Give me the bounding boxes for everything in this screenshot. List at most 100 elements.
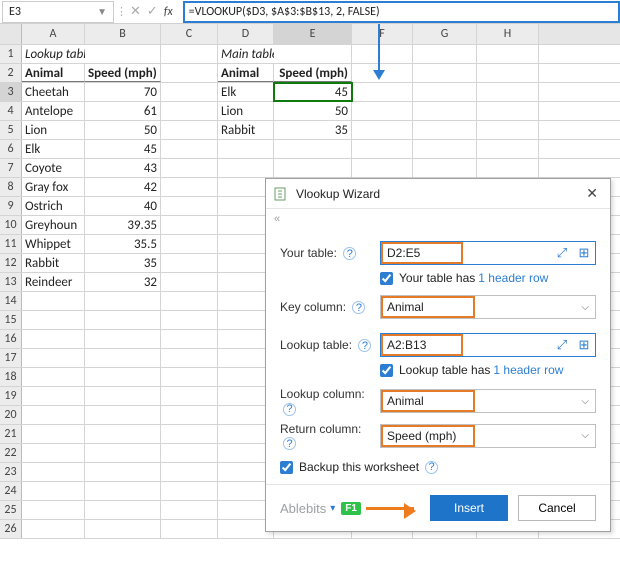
row-head[interactable]: 13 [0,273,22,291]
row-head[interactable]: 10 [0,216,22,234]
cell[interactable] [22,425,85,443]
cell[interactable] [477,159,539,177]
col-head-h[interactable]: H [477,24,539,44]
lookup-table-input[interactable]: A2:B13 ⤢ ⊞ [380,333,596,357]
cell[interactable]: 39.35 [85,216,161,234]
cell[interactable] [161,292,218,310]
cell[interactable] [477,45,539,63]
row-head[interactable]: 6 [0,140,22,158]
cell[interactable] [161,501,218,519]
cell[interactable] [161,273,218,291]
cell[interactable] [85,463,161,481]
row-head[interactable]: 11 [0,235,22,253]
cell[interactable] [85,406,161,424]
cell[interactable]: Cheetah [22,83,85,101]
cell[interactable]: Coyote [22,159,85,177]
cell[interactable] [413,140,477,158]
lookup-table-header-checkbox[interactable] [380,364,393,377]
chevron-down-icon[interactable]: ⌵ [581,396,589,407]
cell[interactable] [477,121,539,139]
cell[interactable] [22,349,85,367]
cell[interactable] [413,102,477,120]
cell[interactable]: Lion [218,102,274,120]
row-head[interactable]: 26 [0,520,22,538]
cell[interactable] [352,121,413,139]
cell[interactable] [85,520,161,538]
cell[interactable]: Elk [218,83,274,101]
row-head[interactable]: 19 [0,387,22,405]
cell[interactable] [161,83,218,101]
your-table-input[interactable]: D2:E5 ⤢ ⊞ [380,241,596,265]
cell[interactable]: Greyhoun [22,216,85,234]
cell[interactable] [161,254,218,272]
insert-button[interactable]: Insert [430,495,508,521]
chevron-down-icon[interactable]: ▼ [97,5,107,18]
col-head-a[interactable]: A [22,24,85,44]
chevron-down-icon[interactable]: ⌵ [581,430,589,441]
cell[interactable] [22,520,85,538]
row-head[interactable]: 3 [0,83,22,101]
cell[interactable] [218,159,274,177]
accept-formula-icon[interactable]: ✓ [147,4,158,19]
cell[interactable] [161,197,218,215]
row-head[interactable]: 1 [0,45,22,63]
cell[interactable] [413,121,477,139]
row-head[interactable]: 22 [0,444,22,462]
help-icon[interactable]: ? [425,461,438,474]
cell[interactable] [161,444,218,462]
cell[interactable] [477,102,539,120]
header-row-link[interactable]: 1 header row [493,363,563,377]
cancel-button[interactable]: Cancel [518,495,596,521]
cell[interactable] [85,425,161,443]
expand-range-icon[interactable]: ⊞ [573,334,595,356]
cell[interactable] [85,292,161,310]
cell[interactable] [85,387,161,405]
cell[interactable] [22,311,85,329]
cell[interactable] [352,45,413,63]
cell[interactable]: Rabbit [22,254,85,272]
cell[interactable]: Main table [218,45,274,63]
collapse-range-icon[interactable]: ⤢ [551,334,573,356]
cell[interactable] [85,482,161,500]
row-head[interactable]: 4 [0,102,22,120]
chevron-down-icon[interactable]: ⌵ [581,302,589,313]
cell[interactable] [85,444,161,462]
cell[interactable] [161,387,218,405]
col-head-c[interactable]: C [161,24,218,44]
row-head[interactable]: 24 [0,482,22,500]
cell[interactable] [85,330,161,348]
dialog-titlebar[interactable]: Vlookup Wizard ✕ [266,179,610,209]
cell[interactable] [22,501,85,519]
help-icon[interactable]: ? [343,247,356,260]
cell[interactable] [85,45,161,63]
cell[interactable]: 35 [85,254,161,272]
row-head[interactable]: 25 [0,501,22,519]
cell[interactable] [22,292,85,310]
col-head-b[interactable]: B [85,24,161,44]
backup-checkbox[interactable] [280,461,293,474]
cell[interactable] [161,121,218,139]
collapse-range-icon[interactable]: ⤢ [551,242,573,264]
cell[interactable] [161,159,218,177]
cell[interactable] [22,482,85,500]
expand-range-icon[interactable]: ⊞ [573,242,595,264]
cell[interactable] [161,102,218,120]
help-icon[interactable]: ? [283,437,296,450]
row-head[interactable]: 15 [0,311,22,329]
cell[interactable] [161,311,218,329]
cell[interactable] [161,140,218,158]
cell[interactable]: Animal [218,64,274,82]
cell[interactable]: 42 [85,178,161,196]
cell[interactable] [85,501,161,519]
header-row-link[interactable]: 1 header row [478,271,548,285]
cell[interactable]: Lion [22,121,85,139]
cell[interactable]: Ostrich [22,197,85,215]
cell[interactable] [22,368,85,386]
cell[interactable] [274,159,352,177]
cell[interactable] [161,349,218,367]
cell[interactable] [413,64,477,82]
help-icon[interactable]: ? [358,339,371,352]
row-head[interactable]: 14 [0,292,22,310]
cell[interactable] [352,83,413,101]
cell[interactable] [22,406,85,424]
